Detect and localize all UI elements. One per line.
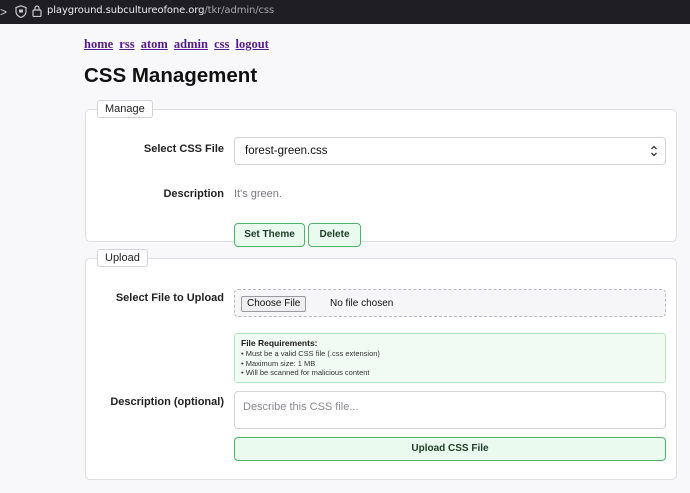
manage-legend: Manage bbox=[97, 100, 153, 118]
forward-arrow-icon[interactable]: > bbox=[0, 5, 7, 19]
file-requirements-title: File Requirements: bbox=[241, 338, 318, 348]
selected-css-file: forest-green.css bbox=[245, 145, 328, 157]
select-css-label: Select CSS File bbox=[143, 143, 224, 155]
file-upload-dropzone[interactable]: Choose File No file chosen bbox=[234, 289, 666, 317]
nav-link-atom[interactable]: atom bbox=[141, 37, 168, 51]
no-file-chosen-text: No file chosen bbox=[330, 298, 394, 309]
url-host: playground.subcultureofone.org bbox=[47, 5, 205, 16]
requirement-item: • Will be scanned for malicious content bbox=[241, 368, 370, 378]
nav-link-home[interactable]: home bbox=[84, 37, 113, 51]
top-nav: home rss atom admin css logout bbox=[84, 37, 272, 52]
upload-css-file-button[interactable]: Upload CSS File bbox=[234, 437, 666, 461]
css-description-value: It's green. bbox=[234, 188, 282, 200]
select-file-label: Select File to Upload bbox=[115, 292, 224, 304]
page-title: CSS Management bbox=[84, 64, 258, 87]
description-label: Description bbox=[163, 188, 224, 200]
file-requirements: File Requirements: • Must be a valid CSS… bbox=[234, 333, 666, 383]
url-path: /tkr/admin/css bbox=[204, 5, 275, 16]
shield-icon[interactable] bbox=[15, 5, 27, 18]
lock-icon[interactable] bbox=[32, 5, 42, 17]
upload-description-label: Description (optional) bbox=[110, 396, 224, 408]
css-file-select[interactable]: forest-green.css bbox=[234, 137, 666, 165]
nav-link-logout[interactable]: logout bbox=[235, 37, 268, 51]
upload-fieldset: Upload Select File to Upload Choose File… bbox=[85, 249, 677, 480]
manage-fieldset: Manage Select CSS File forest-green.css … bbox=[85, 100, 677, 247]
page-content: home rss atom admin css logout CSS Manag… bbox=[0, 24, 690, 493]
upload-legend: Upload bbox=[97, 249, 148, 267]
choose-file-button[interactable]: Choose File bbox=[241, 296, 307, 312]
nav-link-rss[interactable]: rss bbox=[119, 37, 134, 51]
address-bar[interactable]: playground.subcultureofone.org/tkr/admin… bbox=[47, 5, 274, 16]
requirement-item: • Maximum size: 1 MB bbox=[241, 358, 316, 368]
browser-toolbar: > playground.subcultureofone.org/tkr/adm… bbox=[0, 0, 690, 24]
delete-button[interactable]: Delete bbox=[308, 223, 361, 247]
nav-link-css[interactable]: css bbox=[214, 37, 229, 51]
set-theme-button[interactable]: Set Theme bbox=[234, 223, 305, 247]
upload-description-input[interactable]: Describe this CSS file... bbox=[234, 391, 666, 429]
nav-link-admin[interactable]: admin bbox=[174, 37, 208, 51]
chevron-updown-icon bbox=[651, 145, 657, 157]
requirement-item: • Must be a valid CSS file (.css extensi… bbox=[241, 348, 380, 358]
